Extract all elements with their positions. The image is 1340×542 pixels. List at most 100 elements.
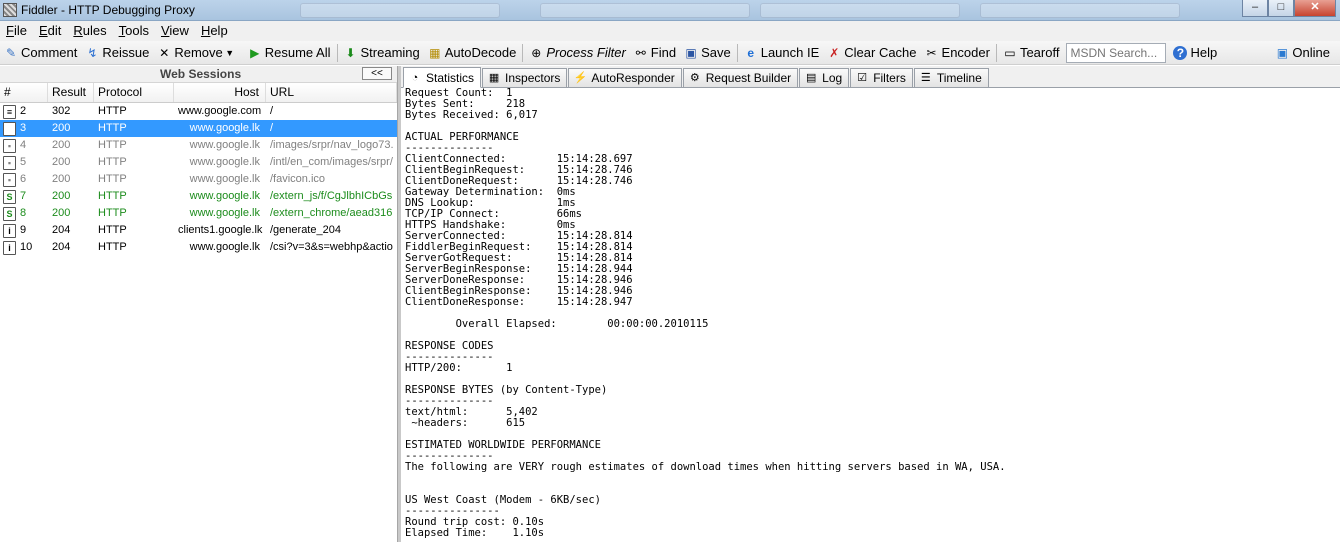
network-online-icon: ▣ [1276,45,1289,60]
session-host: www.google.lk [189,173,260,185]
statistics-line [405,121,1335,132]
tab-filters[interactable]: ☑ Filters [850,68,913,87]
tab-log[interactable]: ▤ Log [799,68,850,87]
session-url: /generate_204 [270,224,341,236]
menu-edit[interactable]: Edit [33,21,67,41]
menu-edit-accel: E [38,23,48,38]
session-list: ≡ 2 302 HTTP www.google.com / ◈ 3 200 HTTP www.goo… [0,103,397,256]
session-row[interactable]: ≡ 2 302 HTTP www.google.com / [0,103,397,120]
menu-file[interactable]: File [0,21,33,41]
maximize-button[interactable]: □ [1268,0,1294,17]
session-type-icon: S [3,189,16,204]
session-result: 200 [52,122,71,134]
column-header-url[interactable]: URL [266,83,397,102]
encoder-button[interactable]: ✂ Encoder [921,42,994,64]
save-button[interactable]: ▣ Save [680,42,735,64]
session-row[interactable]: i 10 204 HTTP www.google.lk/csi?v=3&s=webhp&… [0,239,397,256]
streaming-button[interactable]: ⬇ Streaming [340,42,424,64]
session-row[interactable]: ◈ 3 200 HTTP www.google.lk / [0,120,397,137]
launch-ie-label: Launch IE [760,45,820,60]
tab-timeline[interactable]: ☰ Timeline [913,68,989,87]
session-protocol: HTTP [98,241,127,253]
session-number-text: 2 [20,105,27,117]
column-header-protocol[interactable]: Protocol [94,83,174,102]
session-number-text: 3 [20,122,27,134]
column-header-number[interactable]: # [0,83,48,102]
tab-inspectors[interactable]: ▦ Inspectors [482,68,568,87]
tearoff-button[interactable]: ▭ Tearoff [999,42,1064,64]
session-result: 200 [52,207,71,219]
menu-file-accel: F [6,23,14,38]
web-sessions-header: Web Sessions << [0,66,397,83]
encoder-label: Encoder [941,45,990,60]
session-number: ▪ 6 [0,171,48,188]
find-label: Find [650,45,677,60]
column-header-host[interactable]: Host [174,83,266,102]
menu-help[interactable]: Help [195,21,234,41]
session-row[interactable]: S 7 200 HTTP www.google.lk/extern_js/f/CgJlb… [0,188,397,205]
session-type-icon: ≡ [3,104,16,119]
minimize-button[interactable]: – [1242,0,1268,17]
session-number-text: 8 [20,207,27,219]
find-button[interactable]: ⚯ Find [630,42,680,64]
session-type-icon: S [3,206,16,221]
session-row[interactable]: ▪ 4 200 HTTP www.google.lk/images/srpr/nav_l… [0,137,397,154]
session-protocol: HTTP [98,122,127,134]
session-row[interactable]: ▪ 5 200 HTTP www.google.lk/intl/en_com/image… [0,154,397,171]
comment-label: Comment [21,45,78,60]
remove-x-icon: ✕ [159,45,170,60]
statistics-line: text/html: 5,402 [405,406,538,418]
toolbar-separator [522,43,524,62]
session-number: ◈ 3 [0,120,48,137]
session-protocol: HTTP [98,207,127,219]
menu-rules[interactable]: Rules [67,21,112,41]
resume-all-button[interactable]: ▶ Resume All [244,42,335,64]
background-tab-ghost [760,3,960,18]
session-row[interactable]: ▪ 6 200 HTTP www.google.lk/favicon.ico [0,171,397,188]
tab-autoresponder[interactable]: ⚡ AutoResponder [568,68,682,87]
menu-view[interactable]: View [155,21,195,41]
session-row[interactable]: i 9 204 HTTP clients1.google.lk/generate_204 [0,222,397,239]
menu-rules-accel: R [73,23,83,38]
comment-button[interactable]: ✎ Comment [0,42,81,64]
tab-request-builder[interactable]: ⚙ Request Builder [682,68,799,87]
menu-tools[interactable]: Tools [113,21,155,41]
session-host: clients1.google.lk [178,224,263,236]
process-filter-label: Process Filter [546,45,626,60]
remove-button[interactable]: ✕ Remove ▼ [153,42,243,64]
clear-cache-button[interactable]: ✗ Clear Cache [823,42,920,64]
toolbar-separator [995,43,997,62]
launch-ie-button[interactable]: e Launch IE [740,42,824,64]
resume-all-label: Resume All [264,45,331,60]
online-indicator[interactable]: ▣ Online [1271,42,1334,64]
help-button[interactable]: ? Help [1169,42,1221,64]
save-icon: ▣ [685,45,697,60]
help-icon: ? [1173,45,1188,60]
session-url: / [270,122,274,134]
session-host: www.google.lk [189,207,260,219]
session-host: www.google.lk [189,139,260,151]
session-number: S8 [0,205,48,222]
close-button[interactable]: ✕ [1294,0,1336,17]
reissue-label: Reissue [102,45,150,60]
collapse-button[interactable]: << [362,67,392,80]
session-type-icon: ▪ [3,138,16,153]
tab-statistics[interactable]: ◔ Statistics [403,67,482,88]
column-header-result[interactable]: Result [48,83,94,102]
tearoff-window-icon: ▭ [1004,45,1016,60]
msdn-search-input[interactable] [1066,42,1167,63]
session-type-icon: i [3,240,16,255]
process-filter-button[interactable]: ⊕ Process Filter [525,42,629,64]
menu-view-label: iew [169,23,189,38]
remove-label: Remove [174,45,223,60]
tearoff-label: Tearoff [1019,45,1060,60]
session-number-text: 9 [20,224,27,236]
autoresponder-icon: ⚡ [573,72,588,84]
autodecode-button[interactable]: ▦ AutoDecode [424,42,521,64]
toolbar-separator [736,43,738,62]
help-label: Help [1190,45,1218,60]
toolbar: ✎ Comment ↯ Reissue ✕ Remove ▼ ▶ Resume All ⬇… [0,41,1340,65]
statistics-line: Round trip cost: 0.10s [405,516,545,528]
reissue-button[interactable]: ↯ Reissue [81,42,153,64]
session-row[interactable]: S 8 200 HTTP www.google.lk/extern_chrome/aea… [0,205,397,222]
